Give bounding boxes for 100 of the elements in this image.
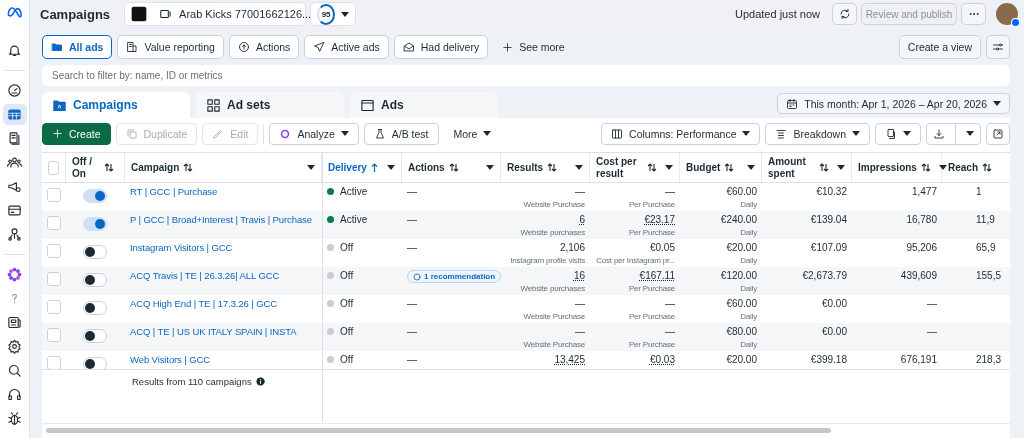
newspaper-icon bbox=[7, 315, 22, 330]
tab[interactable]: Campaigns bbox=[42, 92, 190, 118]
toolbar-button[interactable]: Analyze bbox=[269, 122, 359, 145]
campaign-link[interactable]: Instagram Visitors | GCC bbox=[130, 242, 233, 253]
filter-chip[interactable]: Had delivery bbox=[393, 35, 489, 59]
upload-icon bbox=[237, 41, 250, 53]
table-cell: 1,477 bbox=[911, 186, 937, 197]
delivery-status: Off bbox=[340, 242, 354, 253]
create-view-button[interactable]: Create a view bbox=[898, 35, 981, 59]
table-cell: 95,206 bbox=[906, 242, 937, 253]
toggle-switch[interactable] bbox=[83, 329, 107, 343]
table-cell: €167.11 bbox=[639, 270, 675, 281]
date-range-button[interactable]: This month: Apr 1, 2026 – Apr 20, 2026 bbox=[777, 93, 1010, 114]
export-button[interactable] bbox=[926, 122, 981, 145]
column-header[interactable]: Amount spent bbox=[768, 155, 815, 180]
network-icon bbox=[7, 227, 22, 242]
filter-chip[interactable]: All ads bbox=[42, 35, 113, 59]
score-selector[interactable]: 95 bbox=[310, 2, 357, 26]
table-cell: 16,780 bbox=[906, 214, 937, 225]
search-field[interactable]: Search to filter by: name, ID or metrics bbox=[42, 65, 1010, 86]
row-checkbox[interactable] bbox=[47, 188, 61, 202]
campaign-link[interactable]: ACQ High End | TE | 17.3.26 | GCC bbox=[130, 298, 278, 309]
cell-caption: Website Purchase bbox=[523, 200, 585, 209]
view-settings-button[interactable] bbox=[986, 35, 1010, 59]
column-header[interactable]: Off / On bbox=[72, 155, 100, 180]
cell-caption: Daily bbox=[740, 200, 757, 209]
column-header[interactable]: Actions bbox=[408, 161, 445, 174]
refresh-icon bbox=[838, 8, 851, 20]
reports-button[interactable] bbox=[875, 122, 921, 145]
row-checkbox[interactable] bbox=[47, 272, 61, 286]
cell-caption: Daily bbox=[740, 312, 757, 321]
filter-chip[interactable]: Actions bbox=[228, 35, 300, 59]
table-cell: 1 bbox=[976, 186, 982, 197]
caret-icon bbox=[993, 101, 1001, 106]
table-cell: — bbox=[575, 186, 585, 197]
table-cell: 16 bbox=[573, 270, 585, 281]
caret-icon bbox=[340, 131, 349, 136]
filter-chip[interactable]: Active ads bbox=[304, 35, 389, 59]
row-checkbox[interactable] bbox=[47, 244, 61, 258]
copy-icon bbox=[885, 127, 897, 140]
table-cell: €0.00 bbox=[821, 298, 847, 309]
filter-chip[interactable]: Value reporting bbox=[117, 35, 224, 59]
caret-icon bbox=[307, 165, 315, 170]
tab[interactable]: Ads bbox=[350, 92, 498, 118]
see-more-button[interactable]: See more bbox=[493, 35, 574, 59]
toggle-switch[interactable] bbox=[83, 217, 107, 231]
caret-icon bbox=[966, 131, 974, 136]
sort-icon bbox=[982, 163, 992, 172]
sort-icon bbox=[104, 163, 114, 172]
table-cell: — bbox=[665, 298, 675, 309]
table-cell: €23.17 bbox=[644, 214, 675, 225]
table-icon bbox=[7, 107, 22, 122]
toggle-switch[interactable] bbox=[83, 357, 107, 369]
campaign-link[interactable]: RT | GCC | Purchase bbox=[130, 186, 218, 197]
column-header[interactable]: Budget bbox=[686, 161, 721, 174]
breakdown-button[interactable]: Breakdown bbox=[765, 122, 870, 145]
column-header[interactable]: Delivery bbox=[328, 161, 367, 174]
campaign-link[interactable]: ACQ Travis | TE | 26.3.26| ALL GCC bbox=[130, 270, 280, 281]
campaign-link[interactable]: Web Visitors | GCC bbox=[130, 354, 211, 365]
column-header[interactable]: Reach bbox=[948, 161, 978, 174]
column-header[interactable]: Results bbox=[507, 161, 544, 174]
table-cell: 218,3 bbox=[976, 354, 1002, 365]
toggle-switch[interactable] bbox=[83, 245, 107, 259]
table-cell: €0.03 bbox=[649, 354, 675, 365]
cell-caption: Daily bbox=[740, 340, 757, 349]
column-header[interactable]: Impressions bbox=[858, 161, 917, 174]
table-cell: — bbox=[407, 214, 417, 225]
table-cell: — bbox=[665, 186, 675, 197]
toggle-switch[interactable] bbox=[83, 273, 107, 287]
toggle-switch[interactable] bbox=[83, 189, 107, 203]
tab[interactable]: Ad sets bbox=[196, 92, 344, 118]
refresh-button[interactable] bbox=[832, 3, 857, 25]
recommendation-badge[interactable]: 1 recommendation bbox=[407, 270, 501, 283]
update-status: Updated just now bbox=[735, 8, 820, 20]
cell-caption: Per Purchase bbox=[628, 340, 675, 349]
caret-icon bbox=[938, 165, 947, 170]
campaign-link[interactable]: ACQ | TE | US UK ITALY SPAIN | INSTA bbox=[130, 326, 297, 337]
expand-button[interactable] bbox=[986, 122, 1010, 145]
delivery-status: Off bbox=[340, 354, 354, 365]
campaign-link[interactable]: P | GCC | Broad+Interest | Travis | Purchase bbox=[130, 214, 312, 225]
toolbar-button[interactable]: A/B test bbox=[363, 122, 439, 145]
column-header[interactable]: Campaign bbox=[131, 161, 180, 174]
flower-icon bbox=[7, 267, 22, 282]
row-checkbox[interactable] bbox=[47, 300, 61, 314]
row-checkbox[interactable] bbox=[47, 216, 61, 230]
select-all-checkbox[interactable] bbox=[48, 160, 59, 175]
row-checkbox[interactable] bbox=[47, 328, 61, 342]
bell-icon bbox=[7, 43, 22, 58]
columns-button[interactable]: Columns: Performance bbox=[601, 122, 761, 145]
settings-icon bbox=[7, 339, 22, 354]
send-icon bbox=[313, 41, 326, 53]
info-icon bbox=[255, 376, 265, 386]
toggle-switch[interactable] bbox=[83, 301, 107, 315]
toolbar-button[interactable]: Create bbox=[42, 122, 111, 145]
table-cell: €240.00 bbox=[720, 214, 757, 225]
avatar[interactable] bbox=[996, 3, 1018, 25]
caret-icon bbox=[486, 165, 494, 170]
table-cell: €60.00 bbox=[726, 298, 757, 309]
row-checkbox[interactable] bbox=[47, 356, 61, 369]
column-header[interactable]: Cost per result bbox=[596, 155, 643, 180]
